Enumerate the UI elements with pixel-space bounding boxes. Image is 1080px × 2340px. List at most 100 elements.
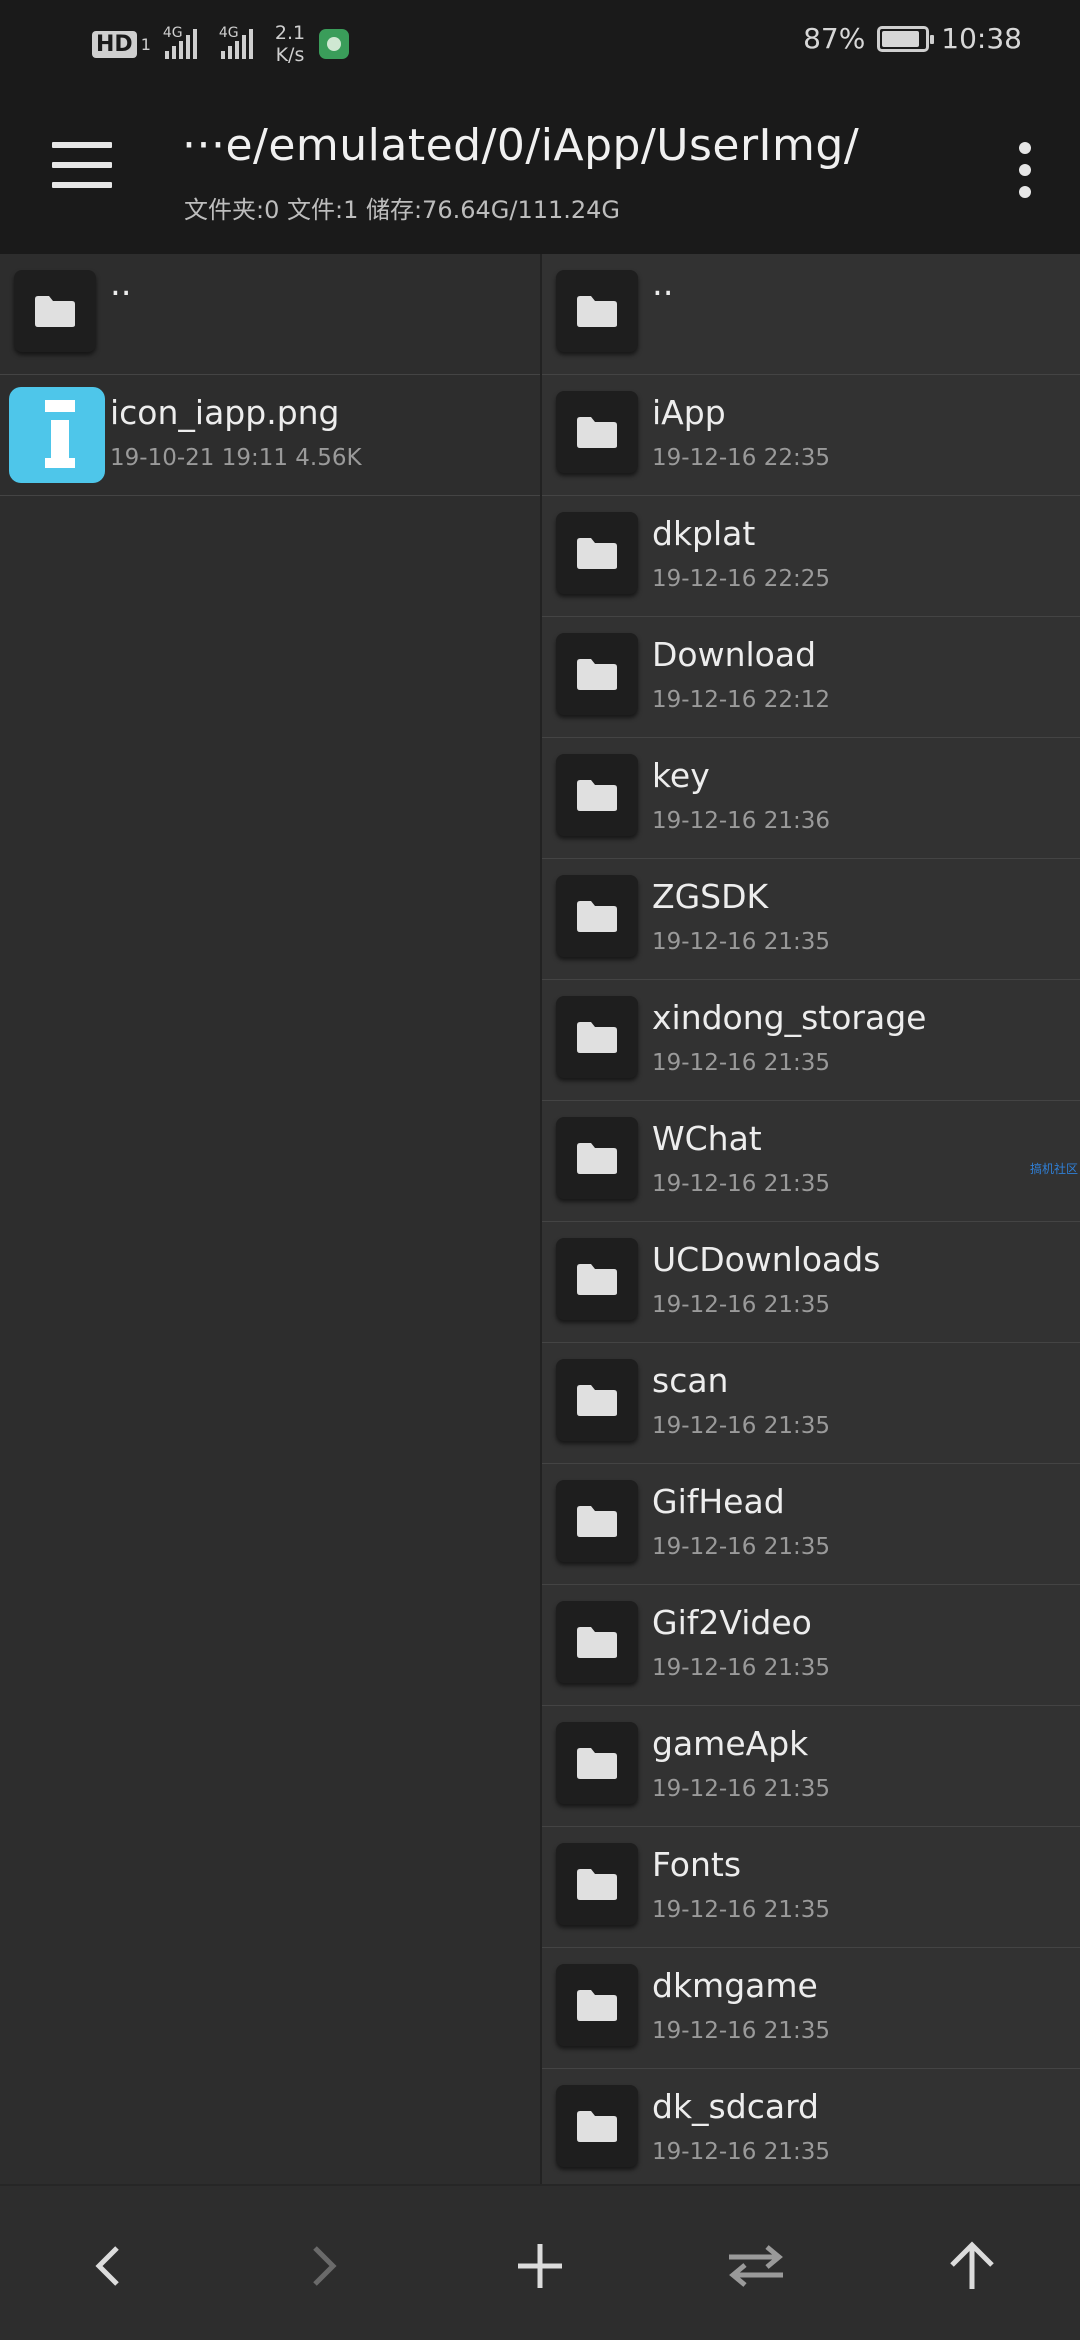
folder-icon (556, 1964, 638, 2046)
file-name: icon_iapp.png (110, 393, 340, 432)
watermark: 搞机社区 (1029, 1162, 1078, 1176)
folder-icon (556, 754, 638, 836)
folder-icon (14, 270, 96, 352)
folder-item[interactable]: key 19-12-16 21:36 (542, 738, 1080, 859)
folder-item[interactable]: GifHead 19-12-16 21:35 (542, 1464, 1080, 1585)
folder-name: iApp (652, 393, 726, 432)
folder-item[interactable]: iApp 19-12-16 22:35 (542, 375, 1080, 496)
current-path: ···e/emulated/0/iApp/UserImg/ (182, 120, 860, 171)
folder-icon (556, 1480, 638, 1562)
folder-name: xindong_storage (652, 998, 927, 1037)
item-name: .. (652, 264, 674, 304)
left-pane: .. icon_iapp.png 19-10-21 19:11 4.56K (0, 254, 540, 2184)
folder-item[interactable]: dk_sdcard 19-12-16 21:35 (542, 2069, 1080, 2184)
status-right: 87% 10:38 (803, 22, 1022, 55)
folder-list: iApp 19-12-16 22:35 dkplat 19-12-16 22:25 Do… (542, 375, 1080, 2184)
plus-icon (516, 2242, 564, 2290)
folder-name: WChat (652, 1119, 762, 1158)
folder-name: Gif2Video (652, 1603, 812, 1642)
folder-item[interactable]: UCDownloads 19-12-16 21:35 (542, 1222, 1080, 1343)
chevron-right-icon (309, 2244, 339, 2288)
folder-name: dkmgame (652, 1966, 818, 2005)
folder-date: 19-12-16 22:25 (652, 566, 830, 592)
clock: 10:38 (941, 22, 1022, 55)
app-bar: ···e/emulated/0/iApp/UserImg/ 文件夹:0 文件:1… (0, 86, 1080, 254)
more-options-icon[interactable] (1010, 142, 1040, 198)
folder-icon (556, 1359, 638, 1441)
folder-date: 19-12-16 21:35 (652, 1050, 830, 1076)
folder-icon (556, 391, 638, 473)
folder-info: 文件夹:0 文件:1 储存:76.64G/111.24G (184, 196, 621, 224)
folder-icon (556, 633, 638, 715)
folder-icon (556, 2085, 638, 2167)
arrow-up-icon (947, 2241, 997, 2291)
hd-badge: HD (92, 30, 137, 58)
menu-icon[interactable] (52, 142, 112, 188)
folder-date: 19-12-16 21:35 (652, 1776, 830, 1802)
sim-slot: 1 (140, 34, 151, 54)
bottom-toolbar (0, 2184, 1080, 2340)
folder-item[interactable]: dkplat 19-12-16 22:25 (542, 496, 1080, 617)
folder-date: 19-12-16 22:35 (652, 445, 830, 471)
folder-item[interactable]: xindong_storage 19-12-16 21:35 (542, 980, 1080, 1101)
folder-date: 19-12-16 21:36 (652, 808, 830, 834)
folder-date: 19-12-16 21:35 (652, 2018, 830, 2044)
folder-name: scan (652, 1361, 729, 1400)
chevron-left-icon (93, 2244, 123, 2288)
folder-name: Fonts (652, 1845, 742, 1884)
folder-date: 19-12-16 21:35 (652, 2139, 830, 2165)
folder-item[interactable]: ZGSDK 19-12-16 21:35 (542, 859, 1080, 980)
folder-date: 19-12-16 21:35 (652, 929, 830, 955)
folder-date: 19-12-16 21:35 (652, 1171, 830, 1197)
folder-icon (556, 1238, 638, 1320)
add-button[interactable] (510, 2236, 570, 2296)
folder-name: key (652, 756, 710, 795)
folder-date: 19-12-16 21:35 (652, 1413, 830, 1439)
item-name: .. (110, 264, 132, 304)
folder-item[interactable]: Download 19-12-16 22:12 (542, 617, 1080, 738)
folder-date: 19-12-16 21:35 (652, 1292, 830, 1318)
signal-icon: 4G (219, 25, 253, 59)
image-file-icon (9, 387, 105, 483)
file-item[interactable]: icon_iapp.png 19-10-21 19:11 4.56K (0, 375, 540, 496)
folder-icon (556, 996, 638, 1078)
swap-panes-button[interactable] (726, 2236, 786, 2296)
folder-icon (556, 270, 638, 352)
folder-item[interactable]: Fonts 19-12-16 21:35 (542, 1827, 1080, 1948)
swap-icon (725, 2242, 787, 2290)
folder-icon (556, 1722, 638, 1804)
notification-app-icon (319, 29, 350, 59)
parent-directory-item[interactable]: .. (542, 254, 1080, 375)
right-pane: .. iApp 19-12-16 22:35 dkplat 19-12-16 22:2… (542, 254, 1080, 2184)
folder-name: ZGSDK (652, 877, 769, 916)
folder-icon (556, 875, 638, 957)
folder-date: 19-12-16 21:35 (652, 1655, 830, 1681)
parent-directory-item[interactable]: .. (0, 254, 540, 375)
folder-name: GifHead (652, 1482, 785, 1521)
folder-date: 19-12-16 22:12 (652, 687, 830, 713)
folder-item[interactable]: scan 19-12-16 21:35 (542, 1343, 1080, 1464)
signal-icon: 4G (163, 25, 197, 59)
forward-button[interactable] (294, 2236, 354, 2296)
back-button[interactable] (78, 2236, 138, 2296)
parent-folder-button[interactable] (942, 2236, 1002, 2296)
folder-name: UCDownloads (652, 1240, 881, 1279)
folder-name: Download (652, 635, 817, 674)
battery-icon (877, 25, 935, 52)
folder-item[interactable]: Gif2Video 19-12-16 21:35 (542, 1585, 1080, 1706)
folder-name: gameApk (652, 1724, 809, 1763)
folder-item[interactable]: dkmgame 19-12-16 21:35 (542, 1948, 1080, 2069)
folder-item[interactable]: WChat 19-12-16 21:35 (542, 1101, 1080, 1222)
folder-item[interactable]: gameApk 19-12-16 21:35 (542, 1706, 1080, 1827)
file-meta: 19-10-21 19:11 4.56K (110, 445, 362, 471)
folder-date: 19-12-16 21:35 (652, 1534, 830, 1560)
folder-name: dk_sdcard (652, 2087, 819, 2126)
folder-date: 19-12-16 21:35 (652, 1897, 830, 1923)
folder-icon (556, 512, 638, 594)
battery-percent: 87% (803, 22, 866, 55)
folder-name: dkplat (652, 514, 756, 553)
folder-icon (556, 1843, 638, 1925)
network-speed: 2.1 K/s (274, 22, 306, 66)
folder-icon (556, 1117, 638, 1199)
status-bar: HD 1 4G 4G 2.1 K/s 87% 10:38 (0, 0, 1080, 86)
